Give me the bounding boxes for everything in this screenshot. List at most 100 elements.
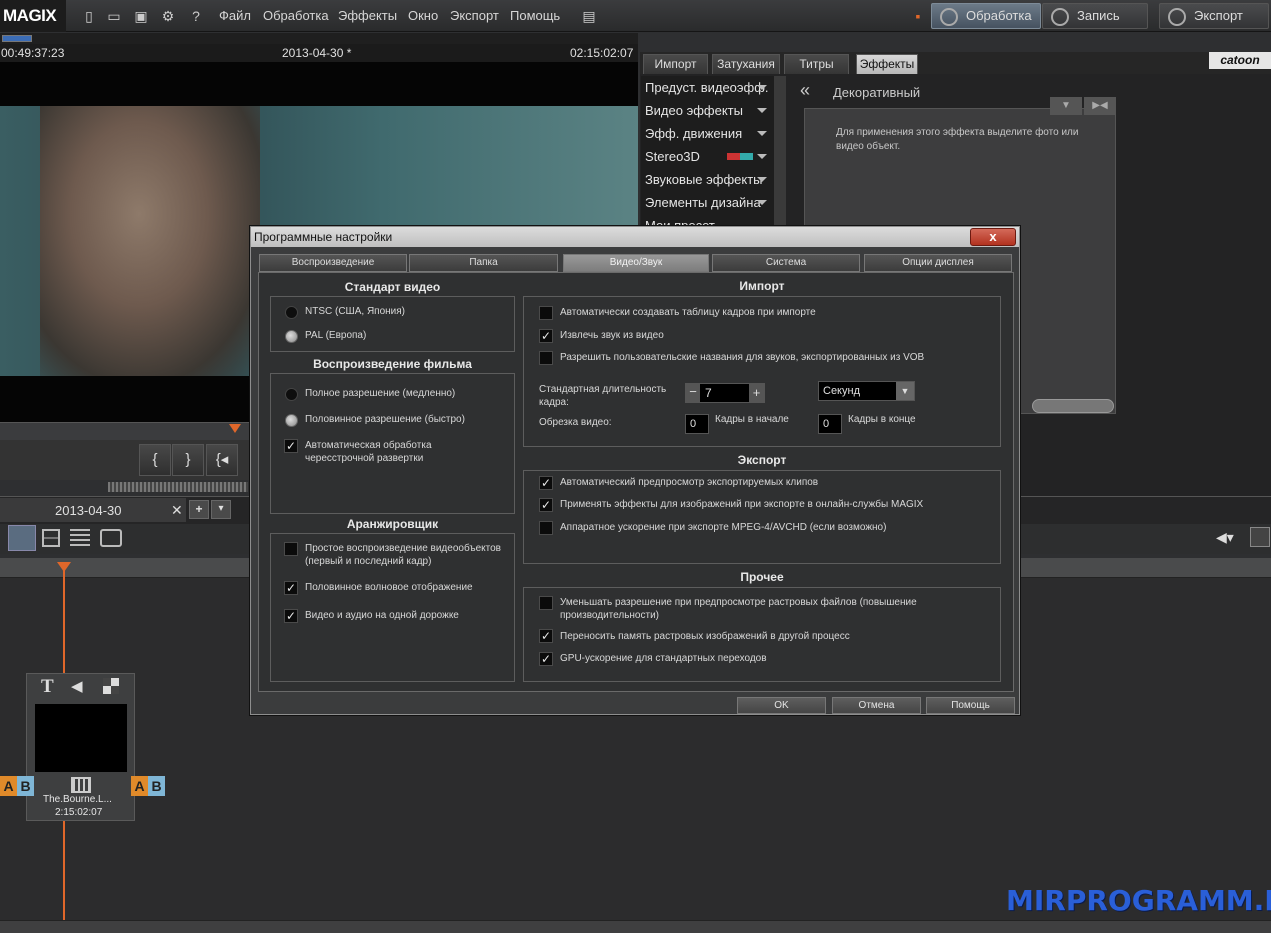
auto-preview-checkbox[interactable]: ✓ <box>539 476 553 490</box>
audio-speaker-icon[interactable]: ◀ <box>71 677 83 695</box>
go-to-in-button[interactable]: {◂ <box>206 444 238 476</box>
effect-slider[interactable] <box>1032 399 1114 413</box>
menu-export[interactable]: Экспорт <box>450 8 499 23</box>
help-button[interactable]: Помощь <box>926 697 1015 714</box>
effects-item-audio[interactable]: Звуковые эффекты <box>645 172 767 187</box>
trim-end-field[interactable]: 0 <box>818 414 842 434</box>
storyboard-view-icon[interactable] <box>8 525 36 551</box>
tab-system[interactable]: Система <box>712 254 860 272</box>
help-pointer-icon[interactable]: ? <box>187 7 205 25</box>
effects-item-design[interactable]: Элементы дизайна <box>645 195 767 210</box>
ntsc-radio[interactable] <box>285 306 298 319</box>
speaker-icon[interactable]: ◀▾ <box>1216 529 1234 546</box>
menu-file[interactable]: Файл <box>219 8 251 23</box>
bitmap-memory-checkbox[interactable]: ✓ <box>539 629 553 643</box>
add-tab-icon[interactable]: + <box>189 500 209 519</box>
tab-menu-chevron-icon[interactable]: ▾ <box>211 500 231 519</box>
effect-checker-icon[interactable] <box>103 678 119 694</box>
menu-edit[interactable]: Обработка <box>263 8 329 23</box>
hw-accel-label: Аппаратное ускорение при экспорте MPEG-4… <box>560 522 887 533</box>
effects-item-motion[interactable]: Эфф. движения <box>645 126 767 141</box>
menu-window[interactable]: Окно <box>408 8 438 23</box>
effects-item-video[interactable]: Видео эффекты <box>645 103 767 118</box>
shuttle-control[interactable] <box>108 482 248 492</box>
record-mode-button[interactable]: Запись <box>1042 3 1148 29</box>
monitor-toggle-icon[interactable] <box>2 35 32 42</box>
increment-icon[interactable]: + <box>749 384 764 402</box>
scene-overview-icon[interactable] <box>100 529 122 547</box>
timecode-position: 00:49:37:23 <box>1 46 65 60</box>
new-file-icon[interactable]: ▯ <box>80 7 98 25</box>
edit-mode-button[interactable]: Обработка <box>931 3 1041 29</box>
mixer-icon[interactable] <box>1250 527 1270 547</box>
pal-radio[interactable] <box>285 330 298 343</box>
tab-import[interactable]: Импорт <box>643 54 708 74</box>
tab-titles[interactable]: Титры <box>784 54 849 74</box>
tab-video-audio[interactable]: Видео/Звук <box>563 254 709 272</box>
transition-b-icon[interactable]: B <box>148 776 165 796</box>
tab-fades[interactable]: Затухания <box>712 54 780 74</box>
simple-playback-checkbox[interactable] <box>284 542 298 556</box>
half-waveform-checkbox[interactable]: ✓ <box>284 581 298 595</box>
tab-playback[interactable]: Воспроизведение <box>259 254 407 272</box>
auto-frame-table-checkbox[interactable] <box>539 306 553 320</box>
catooh-badge[interactable]: catoon <box>1209 52 1271 69</box>
open-folder-icon[interactable]: ▭ <box>105 7 123 25</box>
info-icon[interactable]: ▤ <box>580 7 598 25</box>
set-in-point-button[interactable]: { <box>139 444 171 476</box>
half-resolution-radio[interactable] <box>285 414 298 427</box>
timeline-view-icon[interactable] <box>70 529 90 547</box>
deinterlace-checkbox[interactable]: ✓ <box>284 439 298 453</box>
dropdown-chevron-icon[interactable]: ▼ <box>896 382 914 400</box>
trim-label: Обрезка видео: <box>539 417 612 428</box>
dialog-close-button[interactable]: x <box>970 228 1016 246</box>
online-effects-checkbox[interactable]: ✓ <box>539 498 553 512</box>
transition-a-icon[interactable]: A <box>131 776 148 796</box>
extract-audio-checkbox[interactable]: ✓ <box>539 329 553 343</box>
hw-accel-checkbox[interactable] <box>539 521 553 535</box>
extract-audio-label: Извлечь звук из видео <box>560 330 664 341</box>
effects-item-my-presets[interactable]: Мои пресет <box>645 218 715 226</box>
effects-item-stereo3d[interactable]: Stereo3D <box>645 149 767 164</box>
export-mode-button[interactable]: Экспорт <box>1159 3 1269 29</box>
full-resolution-radio[interactable] <box>285 388 298 401</box>
transition-b-icon[interactable]: B <box>17 776 34 796</box>
save-icon[interactable]: ▣ <box>132 7 150 25</box>
timeline-scrollbar[interactable] <box>0 920 1271 933</box>
menu-help[interactable]: Помощь <box>510 8 560 23</box>
transition-a-icon[interactable]: A <box>0 776 17 796</box>
tab-effects[interactable]: Эффекты <box>856 54 918 74</box>
vob-names-checkbox[interactable] <box>539 351 553 365</box>
half-resolution-label: Половинное разрешение (быстро) <box>305 414 465 425</box>
same-track-checkbox[interactable]: ✓ <box>284 609 298 623</box>
dropdown-arrow-icon[interactable]: ▼ <box>1050 97 1082 115</box>
tab-display-options[interactable]: Опции дисплея <box>864 254 1012 272</box>
reduce-resolution-checkbox[interactable] <box>539 596 553 610</box>
close-tab-icon[interactable]: ✕ <box>171 502 183 519</box>
play-apply-icon[interactable]: ▶◀ <box>1084 97 1116 115</box>
settings-gear-icon[interactable]: ⚙ <box>159 7 177 25</box>
back-double-chevron-icon[interactable]: « <box>800 80 810 101</box>
title-tool-icon[interactable]: T <box>41 676 54 698</box>
magix-window: MAGIX ▯ ▭ ▣ ⚙ ? Файл Обработка Эффекты О… <box>0 0 1271 933</box>
trim-start-field[interactable]: 0 <box>685 414 709 434</box>
effects-item-label: Stereo3D <box>645 149 700 164</box>
scrub-marker[interactable] <box>229 424 241 433</box>
tab-folders[interactable]: Папка <box>409 254 558 272</box>
film-strip-icon <box>71 777 91 793</box>
menu-effects[interactable]: Эффекты <box>338 8 397 23</box>
grid-view-icon[interactable] <box>42 529 60 547</box>
set-out-point-button[interactable]: } <box>172 444 204 476</box>
ok-button[interactable]: OK <box>737 697 826 714</box>
effects-item-label: Предуст. видеоэфф. <box>645 80 769 95</box>
cancel-button[interactable]: Отмена <box>832 697 921 714</box>
disc-icon <box>1051 7 1069 26</box>
export-mode-label: Экспорт <box>1194 8 1243 23</box>
deinterlace-label: Автоматическая обработка чересстрочной р… <box>305 440 432 464</box>
gpu-transitions-checkbox[interactable]: ✓ <box>539 652 553 666</box>
settings-dot-icon[interactable]: ▪ <box>909 7 927 25</box>
decrement-icon[interactable]: − <box>686 384 700 402</box>
effects-item-presets[interactable]: Предуст. видеоэфф. <box>645 80 769 95</box>
playhead-marker[interactable] <box>57 562 71 572</box>
preview-header <box>0 33 638 44</box>
